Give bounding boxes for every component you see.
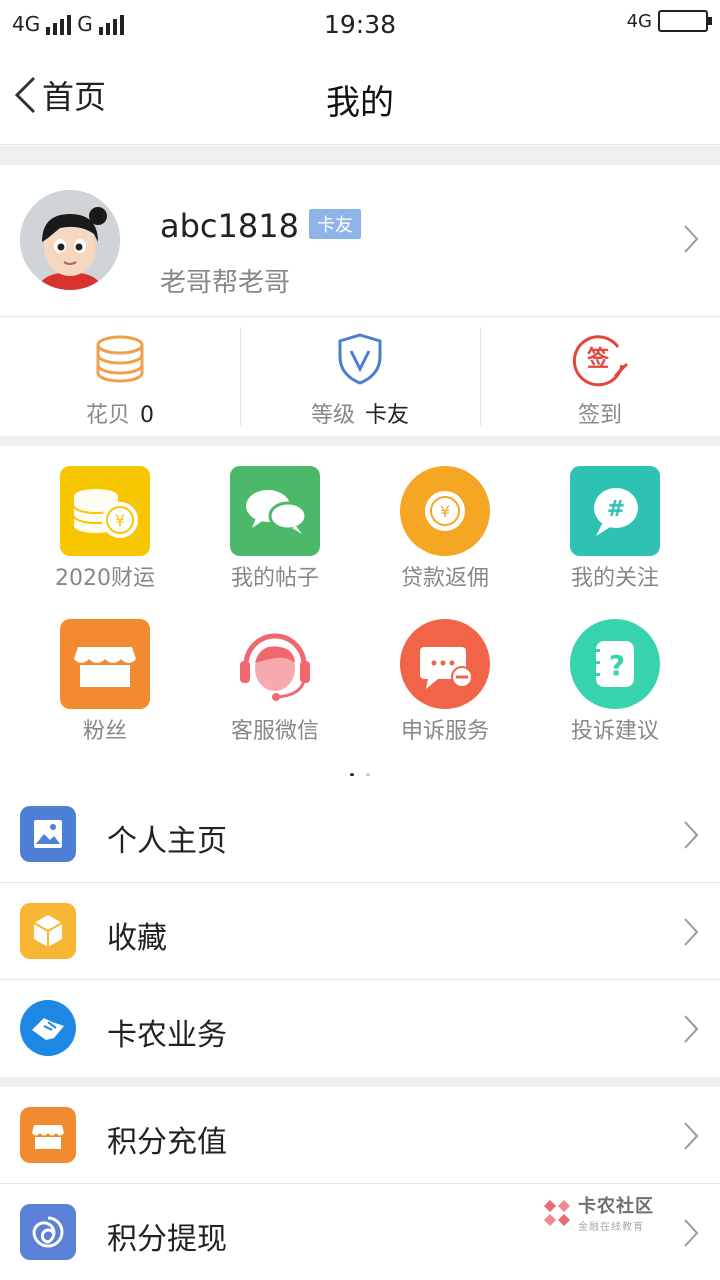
picture-icon bbox=[20, 806, 76, 862]
section-divider bbox=[0, 436, 720, 446]
chevron-right-icon bbox=[684, 918, 699, 946]
coins-icon bbox=[96, 335, 144, 383]
grid-label: 申诉服务 bbox=[400, 719, 489, 744]
stat-label: 等级 卡友 bbox=[240, 397, 480, 429]
handshake-icon bbox=[20, 1000, 76, 1056]
clock: 19:38 bbox=[323, 10, 397, 39]
username: abc1818 卡友 bbox=[160, 207, 361, 245]
list-label: 收藏 bbox=[107, 921, 167, 956]
grid-label: 我的帖子 bbox=[230, 566, 319, 591]
grid-label: 客服微信 bbox=[230, 719, 319, 744]
grid-item-appeal[interactable]: 申诉服务 bbox=[360, 599, 530, 744]
status-bar: 4G G 19:38 4G bbox=[0, 0, 720, 50]
stat-name: 花贝 bbox=[85, 403, 130, 428]
shop-icon bbox=[20, 1107, 76, 1163]
list-item-kanong-business[interactable]: 卡农业务 bbox=[0, 980, 720, 1077]
shield-v-icon bbox=[338, 333, 382, 385]
stat-huabei[interactable]: 花贝 0 bbox=[0, 317, 240, 436]
spacer bbox=[0, 776, 720, 786]
grid-item-fans[interactable]: 粉丝 bbox=[20, 599, 190, 744]
chat-bubbles-icon bbox=[230, 466, 320, 556]
feature-grid: ¥ 2020财运 我的帖子 ¥ 贷款返佣 # 我的关注 粉丝 客服微信 申诉服务… bbox=[0, 446, 720, 777]
level-badge: 卡友 bbox=[308, 209, 361, 239]
page-title: 我的 bbox=[326, 83, 394, 123]
question-notebook-icon: ? bbox=[570, 619, 660, 709]
user-subtitle: 老哥帮老哥 bbox=[160, 268, 291, 298]
stat-value: 0 bbox=[140, 403, 154, 428]
list-label: 积分提现 bbox=[107, 1222, 227, 1257]
svg-text:¥: ¥ bbox=[440, 502, 450, 521]
status-right: 4G bbox=[626, 10, 712, 32]
svg-text:#: # bbox=[607, 497, 625, 522]
chevron-right-icon bbox=[684, 225, 699, 253]
avatar-cartoon-icon bbox=[20, 190, 120, 290]
section-divider bbox=[0, 146, 720, 165]
chevron-right-icon bbox=[684, 1122, 699, 1150]
svg-text:¥: ¥ bbox=[115, 511, 125, 530]
watermark-title: 卡农社区 bbox=[578, 1196, 654, 1217]
profile-card[interactable]: abc1818 卡友 老哥帮老哥 bbox=[0, 165, 720, 315]
grid-label: 贷款返佣 bbox=[400, 566, 489, 591]
watermark-subtitle: 金融在线教育 bbox=[578, 1222, 644, 1233]
chevron-right-icon bbox=[684, 821, 699, 849]
box-icon bbox=[20, 903, 76, 959]
grid-item-service-wechat[interactable]: 客服微信 bbox=[190, 599, 360, 744]
stat-name: 等级 bbox=[310, 403, 355, 428]
stat-name: 签到 bbox=[577, 403, 622, 428]
username-text: abc1818 bbox=[160, 207, 299, 245]
list-item-personal-home[interactable]: 个人主页 bbox=[0, 786, 720, 883]
yen-coin-icon: ¥ bbox=[400, 466, 490, 556]
sign-in-icon: 签 bbox=[572, 335, 628, 387]
network-type-right: 4G bbox=[626, 10, 652, 32]
grid-item-following[interactable]: # 我的关注 bbox=[530, 446, 700, 591]
chevron-right-icon bbox=[684, 1015, 699, 1043]
nav-bar: 首页 我的 bbox=[0, 50, 720, 145]
stat-label: 花贝 0 bbox=[0, 397, 240, 429]
grid-label: 我的关注 bbox=[570, 566, 659, 591]
stats-bar: 花贝 0 等级 卡友 签 签到 bbox=[0, 316, 720, 436]
coin-stack-icon: ¥ bbox=[60, 466, 150, 556]
grid-label: 粉丝 bbox=[82, 719, 127, 744]
message-minus-icon bbox=[400, 619, 490, 709]
watermark-text: 卡农社区 金融在线教育 bbox=[578, 1192, 654, 1233]
stat-label: 签到 bbox=[480, 397, 720, 429]
grid-label: 投诉建议 bbox=[570, 719, 659, 744]
svg-text:签: 签 bbox=[586, 346, 610, 372]
grid-label: 2020财运 bbox=[55, 566, 155, 591]
stat-checkin[interactable]: 签 签到 bbox=[480, 317, 720, 436]
grid-item-complaint[interactable]: ? 投诉建议 bbox=[530, 599, 700, 744]
list-label: 卡农业务 bbox=[107, 1018, 227, 1053]
stat-level[interactable]: 等级 卡友 bbox=[240, 317, 480, 436]
swirl-icon bbox=[20, 1204, 76, 1260]
kanong-logo-icon bbox=[544, 1199, 570, 1226]
svg-text:?: ? bbox=[609, 649, 625, 682]
chevron-right-icon bbox=[684, 1219, 699, 1247]
stat-value: 卡友 bbox=[365, 403, 410, 428]
storefront-icon bbox=[60, 619, 150, 709]
grid-item-fortune[interactable]: ¥ 2020财运 bbox=[20, 446, 190, 591]
grid-item-loan-rebate[interactable]: ¥ 贷款返佣 bbox=[360, 446, 530, 591]
grid-item-my-posts[interactable]: 我的帖子 bbox=[190, 446, 360, 591]
headset-agent-icon bbox=[230, 619, 320, 709]
avatar[interactable] bbox=[20, 190, 120, 290]
section-divider bbox=[0, 1077, 720, 1087]
list-item-favorites[interactable]: 收藏 bbox=[0, 883, 720, 980]
watermark: 卡农社区 金融在线教育 bbox=[540, 1192, 654, 1233]
list-label: 积分充值 bbox=[107, 1125, 227, 1160]
list-item-points-recharge[interactable]: 积分充值 bbox=[0, 1087, 720, 1184]
list-label: 个人主页 bbox=[107, 824, 227, 859]
battery-icon bbox=[658, 10, 712, 32]
hashtag-icon: # bbox=[570, 466, 660, 556]
